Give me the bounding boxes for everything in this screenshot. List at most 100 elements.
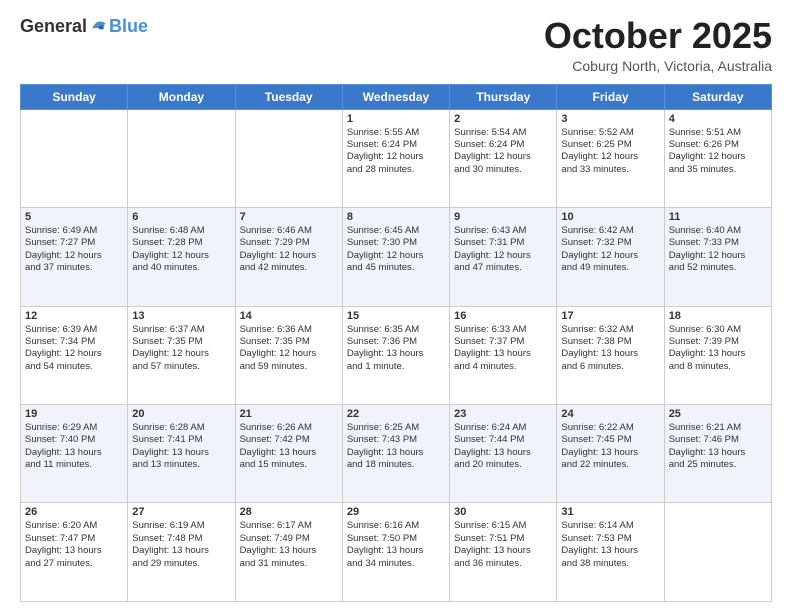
day-info: Sunrise: 6:26 AM <box>240 422 338 434</box>
day-info: Sunset: 7:43 PM <box>347 434 445 446</box>
day-number: 15 <box>347 310 445 322</box>
table-row: 26Sunrise: 6:20 AMSunset: 7:47 PMDayligh… <box>21 503 128 602</box>
day-info: Sunset: 7:46 PM <box>669 434 767 446</box>
table-row <box>235 109 342 207</box>
table-row <box>21 109 128 207</box>
table-row: 29Sunrise: 6:16 AMSunset: 7:50 PMDayligh… <box>342 503 449 602</box>
logo-blue-text: Blue <box>109 16 148 37</box>
day-info: Sunset: 7:30 PM <box>347 237 445 249</box>
table-row: 16Sunrise: 6:33 AMSunset: 7:37 PMDayligh… <box>450 306 557 404</box>
day-info: Sunset: 7:29 PM <box>240 237 338 249</box>
table-row: 21Sunrise: 6:26 AMSunset: 7:42 PMDayligh… <box>235 405 342 503</box>
day-info: Sunset: 7:28 PM <box>132 237 230 249</box>
day-number: 9 <box>454 211 552 223</box>
day-info: Sunset: 7:33 PM <box>669 237 767 249</box>
day-info: Daylight: 12 hours <box>25 348 123 360</box>
day-info: Daylight: 12 hours <box>240 250 338 262</box>
table-row: 10Sunrise: 6:42 AMSunset: 7:32 PMDayligh… <box>557 208 664 306</box>
day-info: and 40 minutes. <box>132 262 230 274</box>
month-title: October 2025 <box>544 16 772 56</box>
day-info: Daylight: 12 hours <box>347 250 445 262</box>
table-row: 13Sunrise: 6:37 AMSunset: 7:35 PMDayligh… <box>128 306 235 404</box>
day-info: Sunrise: 6:32 AM <box>561 324 659 336</box>
day-number: 1 <box>347 113 445 125</box>
day-info: Sunrise: 6:42 AM <box>561 225 659 237</box>
day-info: Daylight: 13 hours <box>561 545 659 557</box>
day-number: 22 <box>347 408 445 420</box>
day-info: Sunrise: 6:43 AM <box>454 225 552 237</box>
day-number: 23 <box>454 408 552 420</box>
table-row: 8 Sunrise: 6:45 AMSunset: 7:30 PMDaylight… <box>342 208 449 306</box>
day-info: Sunset: 7:49 PM <box>240 533 338 545</box>
calendar-header-row: Sunday Monday Tuesday Wednesday Thursday… <box>21 84 772 109</box>
table-row: 12Sunrise: 6:39 AMSunset: 7:34 PMDayligh… <box>21 306 128 404</box>
table-row: 9Sunrise: 6:43 AMSunset: 7:31 PMDaylight… <box>450 208 557 306</box>
day-number: 31 <box>561 506 659 518</box>
title-area: October 2025 Coburg North, Victoria, Aus… <box>544 16 772 74</box>
day-info: Daylight: 12 hours <box>561 151 659 163</box>
day-info: Sunrise: 6:20 AM <box>25 520 123 532</box>
day-info: Daylight: 12 hours <box>561 250 659 262</box>
table-row: 15Sunrise: 6:35 AMSunset: 7:36 PMDayligh… <box>342 306 449 404</box>
logo-bird-icon <box>89 17 109 37</box>
day-number: 13 <box>132 310 230 322</box>
day-info: Sunrise: 6:46 AM <box>240 225 338 237</box>
day-info: and 28 minutes. <box>347 164 445 176</box>
day-info: Sunrise: 6:30 AM <box>669 324 767 336</box>
day-number: 14 <box>240 310 338 322</box>
day-info: and 49 minutes. <box>561 262 659 274</box>
day-info: Sunset: 7:39 PM <box>669 336 767 348</box>
day-number: 28 <box>240 506 338 518</box>
table-row: 20Sunrise: 6:28 AMSunset: 7:41 PMDayligh… <box>128 405 235 503</box>
day-info: Daylight: 13 hours <box>132 545 230 557</box>
table-row: 17Sunrise: 6:32 AMSunset: 7:38 PMDayligh… <box>557 306 664 404</box>
table-row: 14Sunrise: 6:36 AMSunset: 7:35 PMDayligh… <box>235 306 342 404</box>
day-info: Sunset: 7:27 PM <box>25 237 123 249</box>
day-info: Daylight: 13 hours <box>561 348 659 360</box>
day-info: Sunrise: 6:45 AM <box>347 225 445 237</box>
table-row: 1Sunrise: 5:55 AMSunset: 6:24 PMDaylight… <box>342 109 449 207</box>
day-info: Sunrise: 6:36 AM <box>240 324 338 336</box>
day-info: Daylight: 12 hours <box>240 348 338 360</box>
day-info: Daylight: 13 hours <box>669 348 767 360</box>
day-info: and 27 minutes. <box>25 558 123 570</box>
table-row: 27Sunrise: 6:19 AMSunset: 7:48 PMDayligh… <box>128 503 235 602</box>
day-info: Daylight: 12 hours <box>25 250 123 262</box>
day-info: Daylight: 13 hours <box>454 348 552 360</box>
location-subtitle: Coburg North, Victoria, Australia <box>544 58 772 74</box>
day-number: 16 <box>454 310 552 322</box>
day-number: 8 <box>347 211 445 223</box>
day-info: and 31 minutes. <box>240 558 338 570</box>
table-row: 11Sunrise: 6:40 AMSunset: 7:33 PMDayligh… <box>664 208 771 306</box>
day-info: and 30 minutes. <box>454 164 552 176</box>
day-info: Daylight: 13 hours <box>132 447 230 459</box>
day-info: Daylight: 13 hours <box>561 447 659 459</box>
day-info: Sunset: 7:42 PM <box>240 434 338 446</box>
day-number: 20 <box>132 408 230 420</box>
day-info: Sunset: 7:40 PM <box>25 434 123 446</box>
day-info: Daylight: 13 hours <box>454 447 552 459</box>
day-info: and 4 minutes. <box>454 361 552 373</box>
col-tuesday: Tuesday <box>235 84 342 109</box>
day-info: and 25 minutes. <box>669 459 767 471</box>
day-info: Sunrise: 6:40 AM <box>669 225 767 237</box>
calendar-table: Sunday Monday Tuesday Wednesday Thursday… <box>20 84 772 602</box>
day-number: 24 <box>561 408 659 420</box>
day-info: and 34 minutes. <box>347 558 445 570</box>
day-info: Sunset: 7:37 PM <box>454 336 552 348</box>
day-number: 3 <box>561 113 659 125</box>
day-info: Sunset: 7:38 PM <box>561 336 659 348</box>
table-row: 25Sunrise: 6:21 AMSunset: 7:46 PMDayligh… <box>664 405 771 503</box>
day-info: Daylight: 13 hours <box>25 545 123 557</box>
day-number: 21 <box>240 408 338 420</box>
day-info: and 54 minutes. <box>25 361 123 373</box>
day-number: 5 <box>25 211 123 223</box>
day-info: Sunset: 7:31 PM <box>454 237 552 249</box>
col-friday: Friday <box>557 84 664 109</box>
day-info: and 1 minute. <box>347 361 445 373</box>
day-info: and 29 minutes. <box>132 558 230 570</box>
day-info: Sunset: 7:50 PM <box>347 533 445 545</box>
day-number: 25 <box>669 408 767 420</box>
day-info: Sunrise: 5:51 AM <box>669 127 767 139</box>
day-number: 4 <box>669 113 767 125</box>
